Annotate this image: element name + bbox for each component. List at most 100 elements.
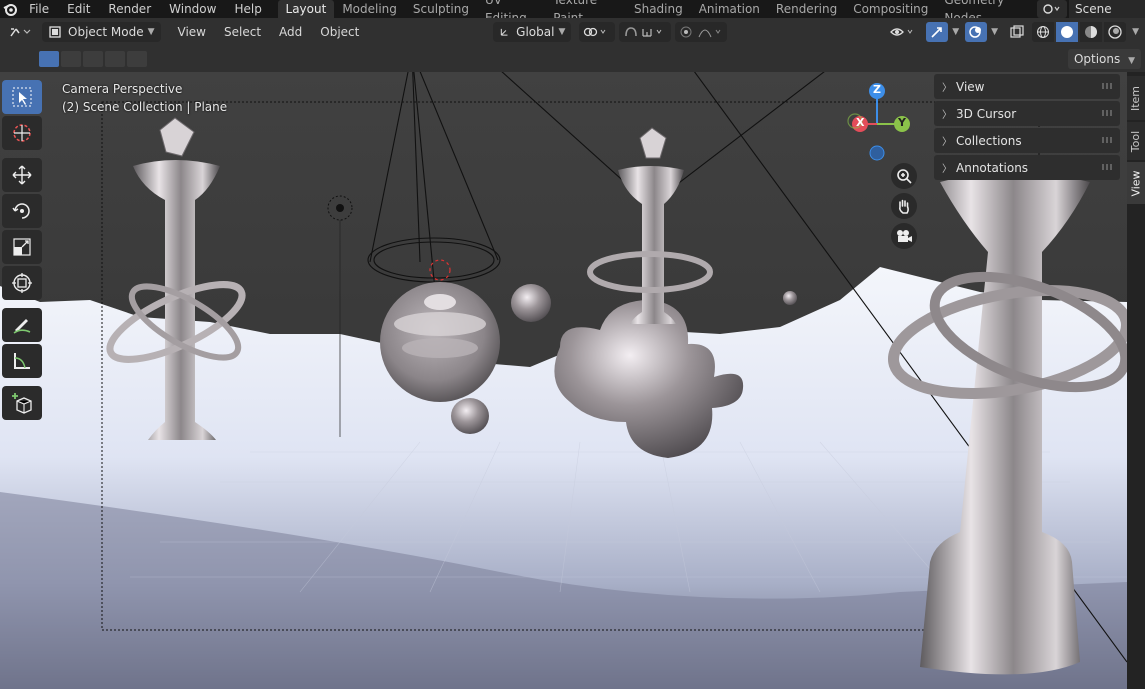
visibility-toggle[interactable]: [886, 22, 920, 42]
left-toolbar: [2, 80, 42, 422]
menu-help[interactable]: Help: [225, 0, 270, 18]
select-box-tool[interactable]: [2, 80, 42, 114]
header-menu-view[interactable]: View: [169, 18, 215, 46]
overlays-toggle[interactable]: [965, 22, 988, 42]
viewport-header: Object Mode ▼ View Select Add Object Glo…: [0, 18, 1145, 46]
camera-perspective-label: Camera Perspective: [62, 82, 183, 96]
camera-view-button[interactable]: [891, 223, 917, 249]
chevron-right-icon: 〉: [942, 137, 952, 148]
proportional-edit-controls[interactable]: [675, 22, 728, 42]
rotate-tool[interactable]: [2, 194, 42, 228]
drag-handle-icon[interactable]: [1102, 83, 1114, 89]
mode-dropdown[interactable]: Object Mode ▼: [42, 22, 161, 42]
solid-shading-icon: [1061, 26, 1074, 38]
panel-3d-cursor-label: 3D Cursor: [956, 106, 1017, 121]
tab-shading[interactable]: Shading: [626, 0, 691, 18]
material-shading-icon: [1085, 26, 1098, 38]
add-cube-icon: [12, 393, 32, 414]
scene-icon[interactable]: [1037, 0, 1067, 18]
chevron-down-icon: ▼: [558, 27, 566, 37]
chevron-right-icon: 〉: [942, 83, 952, 94]
zoom-button[interactable]: [891, 163, 917, 189]
shading-rendered-button[interactable]: [1104, 22, 1127, 42]
menu-file[interactable]: File: [20, 0, 58, 18]
header-menu-add[interactable]: Add: [270, 18, 311, 46]
panel-view[interactable]: 〉 View: [934, 74, 1120, 99]
tab-compositing[interactable]: Compositing: [845, 0, 936, 18]
scale-icon: [13, 238, 31, 256]
select-intersect-button[interactable]: [127, 51, 147, 67]
rendered-shading-icon: [1108, 25, 1122, 39]
drag-handle-icon[interactable]: [1102, 137, 1114, 143]
select-subtract-button[interactable]: [83, 51, 103, 67]
select-extend-button[interactable]: [61, 51, 81, 67]
mode-label: Object Mode: [68, 25, 144, 39]
chevron-down-icon: ▼: [147, 27, 155, 37]
orientation-icon: [501, 28, 508, 36]
shading-wireframe-button[interactable]: [1032, 22, 1055, 42]
blender-logo-icon[interactable]: [0, 0, 20, 18]
scene-selector[interactable]: Scene: [1037, 0, 1145, 18]
tab-view[interactable]: View: [1127, 162, 1145, 204]
panel-annotations-label: Annotations: [956, 160, 1029, 175]
chevron-down-icon[interactable]: ▼: [991, 27, 998, 37]
small-blob: [451, 398, 489, 434]
transform-orientation-dropdown[interactable]: Global ▼: [493, 22, 572, 42]
measure-icon: [14, 353, 30, 369]
transform-icon: [12, 273, 32, 293]
navigation-gizmo[interactable]: Z X Y: [840, 80, 920, 164]
panel-annotations[interactable]: 〉 Annotations: [934, 155, 1120, 180]
options-label: Options: [1073, 52, 1121, 66]
panel-collections[interactable]: 〉 Collections: [934, 128, 1120, 153]
chevron-down-icon: ▼: [1128, 56, 1135, 66]
annotate-tool[interactable]: [2, 308, 42, 342]
menu-edit[interactable]: Edit: [58, 0, 99, 18]
move-tool[interactable]: [2, 158, 42, 192]
scale-tool[interactable]: [2, 230, 42, 264]
shading-solid-button[interactable]: [1056, 22, 1079, 42]
tab-sculpting[interactable]: Sculpting: [405, 0, 477, 18]
tab-animation[interactable]: Animation: [691, 0, 768, 18]
chevron-down-icon[interactable]: ▼: [1132, 27, 1139, 37]
chevron-right-icon: 〉: [942, 164, 952, 175]
tab-modeling[interactable]: Modeling: [334, 0, 405, 18]
options-dropdown[interactable]: Options ▼: [1067, 49, 1141, 69]
xray-icon: [1010, 25, 1024, 38]
gizmo-toggle[interactable]: [926, 22, 949, 42]
transform-tool[interactable]: [2, 266, 42, 300]
drag-handle-icon[interactable]: [1102, 164, 1114, 170]
xray-toggle[interactable]: [1006, 22, 1028, 42]
cursor-tool[interactable]: [2, 116, 42, 150]
menu-window[interactable]: Window: [160, 0, 225, 18]
tab-item[interactable]: Item: [1127, 76, 1145, 120]
header-menu-object[interactable]: Object: [311, 18, 368, 46]
axis-y-label: Y: [898, 116, 906, 129]
drag-handle-icon[interactable]: [1102, 110, 1114, 116]
pan-button[interactable]: [891, 193, 917, 219]
tab-rendering[interactable]: Rendering: [768, 0, 845, 18]
snap-controls[interactable]: [619, 22, 672, 42]
tab-layout[interactable]: Layout: [277, 0, 335, 18]
select-invert-button[interactable]: [105, 51, 125, 67]
menu-render[interactable]: Render: [99, 0, 160, 18]
add-cube-tool[interactable]: [2, 386, 42, 420]
tab-tool[interactable]: Tool: [1127, 122, 1145, 160]
annotate-icon: [13, 319, 31, 334]
3d-viewport[interactable]: Camera Perspective (2) Scene Collection …: [0, 72, 1127, 689]
tab-item-label: Item: [1129, 85, 1143, 111]
scene-name-field[interactable]: Scene: [1069, 0, 1145, 18]
axis-z-label: Z: [873, 83, 881, 96]
shading-material-button[interactable]: [1080, 22, 1103, 42]
panel-3d-cursor[interactable]: 〉 3D Cursor: [934, 101, 1120, 126]
chevron-down-icon[interactable]: ▼: [952, 27, 959, 37]
editor-type-button[interactable]: [4, 22, 38, 42]
select-new-button[interactable]: [39, 51, 59, 67]
measure-tool[interactable]: [2, 344, 42, 378]
link-icon: [584, 27, 606, 37]
cursor-icon: [13, 124, 31, 142]
header-menu-select[interactable]: Select: [215, 18, 270, 46]
move-icon: [12, 165, 32, 185]
pedestal-center: [587, 127, 713, 324]
shading-mode-group: [1032, 22, 1127, 42]
pivot-dropdown[interactable]: [579, 22, 616, 42]
